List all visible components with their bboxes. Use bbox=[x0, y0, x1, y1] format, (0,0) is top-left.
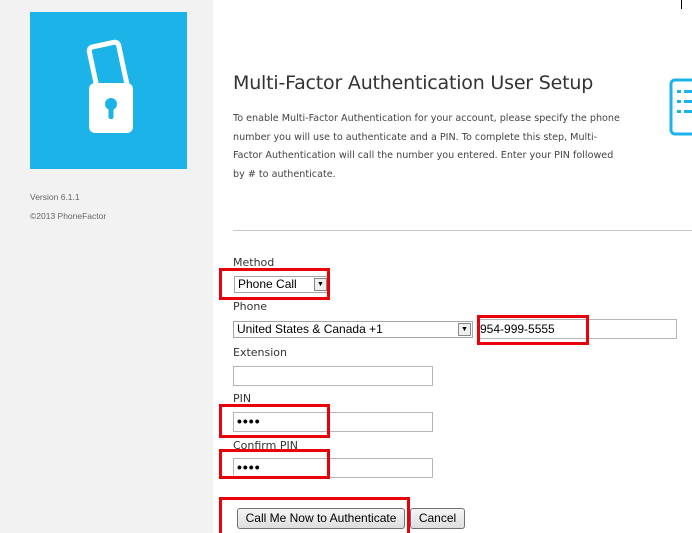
page-title: Multi-Factor Authentication User Setup bbox=[233, 72, 594, 94]
intro-line: To enable Multi-Factor Authentication fo… bbox=[233, 113, 620, 124]
highlight-box-confirm-pin bbox=[219, 449, 330, 479]
highlight-box-call-button bbox=[219, 497, 410, 533]
sidebar: Version 6.1.1 ©2013 PhoneFactor bbox=[0, 0, 213, 533]
intro-line: Factor Authentication will call the numb… bbox=[233, 150, 614, 161]
logo-tile bbox=[30, 12, 187, 169]
form-icon bbox=[669, 78, 692, 136]
highlight-box-phone bbox=[477, 315, 589, 345]
cancel-button[interactable]: Cancel bbox=[410, 508, 465, 529]
country-select-value: United States & Canada +1 bbox=[237, 322, 383, 336]
intro-line: number you will use to authenticate and … bbox=[233, 131, 598, 143]
country-select[interactable]: United States & Canada +1 ▼ bbox=[233, 321, 473, 338]
chevron-down-icon[interactable]: ▼ bbox=[458, 323, 471, 336]
version-text: Version 6.1.1 bbox=[30, 192, 80, 202]
extension-label: Extension bbox=[233, 346, 288, 359]
window-edge-mark bbox=[681, 0, 682, 9]
copyright-text: ©2013 PhoneFactor bbox=[30, 211, 107, 221]
highlight-box-pin bbox=[219, 404, 330, 438]
intro-line: by # to authenticate. bbox=[233, 168, 336, 180]
extension-input[interactable] bbox=[233, 366, 433, 386]
phone-lock-icon bbox=[86, 39, 133, 133]
highlight-box-method bbox=[219, 268, 330, 300]
divider bbox=[233, 230, 692, 231]
phone-label: Phone bbox=[233, 300, 268, 313]
intro-text: To enable Multi-Factor Authentication fo… bbox=[233, 110, 643, 184]
